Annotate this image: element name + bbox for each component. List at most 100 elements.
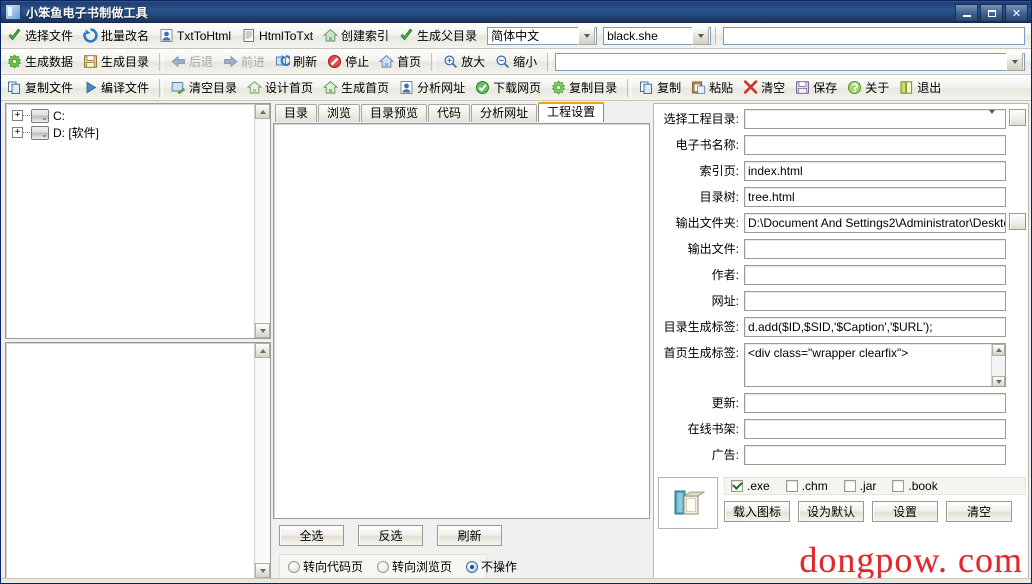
toolbar-copy-files[interactable]: 复制文件	[3, 76, 79, 100]
tab-analyze-url[interactable]: 分析网址	[471, 104, 538, 122]
toolbar-zoom-out[interactable]: 缩小	[491, 50, 543, 74]
toolbar-batch-rename[interactable]: 批量改名	[79, 24, 155, 48]
load-icon-button[interactable]: 载入图标	[724, 501, 790, 522]
toolbar-forward[interactable]: 前进	[219, 50, 271, 74]
radio-no-operation[interactable]: 不操作	[466, 558, 517, 575]
toolbar-analyze-url[interactable]: 分析网址	[395, 76, 471, 100]
tab-browse[interactable]: 浏览	[318, 104, 361, 122]
field-online-shelf-label: 在线书架:	[687, 422, 739, 436]
tab-catalog-preview[interactable]: 目录预览	[361, 104, 428, 122]
minimize-button[interactable]	[955, 4, 978, 22]
refresh-button[interactable]: 刷新	[437, 525, 502, 546]
toolbar-generate-catalog[interactable]: 生成目录	[79, 50, 155, 74]
expand-icon[interactable]: +	[12, 110, 23, 121]
tab-project-settings[interactable]: 工程设置	[538, 102, 605, 122]
toolbar-select-files[interactable]: 选择文件	[3, 24, 79, 48]
tab-catalog[interactable]: 目录	[275, 104, 318, 122]
format-chm-checkbox[interactable]: .chm	[785, 479, 828, 493]
book-name-input[interactable]	[744, 135, 1006, 155]
home-icon	[379, 54, 395, 69]
window-title: 小笨鱼电子书制做工具	[26, 5, 149, 20]
website-input[interactable]	[744, 291, 1006, 311]
file-list-pane[interactable]	[5, 342, 271, 579]
toolbar-clear[interactable]: 清空	[739, 76, 791, 100]
toolbar-create-index[interactable]: 创建索引	[319, 24, 395, 48]
theme-combo[interactable]: black.she	[603, 26, 712, 45]
scroll-up-icon[interactable]	[255, 343, 270, 358]
toolbar-design-homepage[interactable]: 设计首页	[243, 76, 319, 100]
tree-node-d[interactable]: + D: [软件]	[8, 124, 268, 141]
field-homepage-tag: 首页生成标签: <div class="wrapper clearfix">	[658, 343, 1026, 393]
clear-button[interactable]: 清空	[946, 501, 1012, 522]
format-exe-checkbox[interactable]: .exe	[731, 479, 770, 493]
scroll-track[interactable]	[255, 358, 270, 563]
scroll-track[interactable]	[255, 119, 270, 323]
catalog-tag-input[interactable]: d.add($ID,$SID,'$Caption','$URL');	[744, 317, 1006, 337]
toolbar-download-page[interactable]: 下载网页	[471, 76, 547, 100]
output-file-input[interactable]	[744, 239, 1006, 259]
url-combo[interactable]	[555, 52, 1025, 71]
tree-scrollbar[interactable]	[254, 104, 270, 338]
output-folder-browse-button[interactable]	[1009, 213, 1026, 230]
icon-preview-box[interactable]	[658, 477, 718, 529]
toolbar-paste[interactable]: 粘贴	[687, 76, 739, 100]
format-book-checkbox[interactable]: .book	[892, 479, 938, 493]
toolbar-compile-files[interactable]: 编译文件	[79, 76, 155, 100]
chevron-down-icon[interactable]	[1006, 52, 1023, 71]
close-button[interactable]: ✕	[1005, 4, 1028, 22]
output-folder-input[interactable]: D:\Document And Settings2\Administrator\…	[744, 213, 1006, 233]
scroll-up-icon[interactable]	[255, 104, 270, 119]
toolbar-exit[interactable]: 退出	[895, 76, 947, 100]
project-dir-browse-button[interactable]	[1009, 109, 1026, 126]
address-input[interactable]	[723, 26, 1025, 45]
author-input[interactable]	[744, 265, 1006, 285]
toolbar-refresh[interactable]: 刷新	[271, 50, 323, 74]
online-shelf-input[interactable]	[744, 419, 1006, 439]
radio-goto-browse-page[interactable]: 转向浏览页	[377, 558, 452, 575]
tab-code[interactable]: 代码	[428, 104, 471, 122]
scroll-down-icon[interactable]	[255, 323, 270, 338]
scroll-down-icon[interactable]	[992, 376, 1005, 386]
tree-node-c[interactable]: + C:	[8, 107, 268, 124]
toolbar-copy-catalog[interactable]: 复制目录	[547, 76, 623, 100]
file-list-scrollbar[interactable]	[254, 343, 270, 578]
toolbar-generate-parent-dir[interactable]: 生成父目录	[395, 24, 483, 48]
format-jar-checkbox[interactable]: .jar	[843, 479, 876, 493]
chevron-down-icon[interactable]	[989, 110, 1005, 128]
toolbar-refresh-label: 刷新	[293, 55, 318, 69]
toolbar-copy[interactable]: 复制	[635, 76, 687, 100]
toolbar-about[interactable]: 关于	[843, 76, 895, 100]
toolbar-save[interactable]: 保存	[791, 76, 843, 100]
index-page-input[interactable]: index.html	[744, 161, 1006, 181]
update-input[interactable]	[744, 393, 1006, 413]
invert-selection-button[interactable]: 反选	[358, 525, 423, 546]
homepage-tag-scrollbar[interactable]	[991, 344, 1005, 386]
radio-goto-code-page[interactable]: 转向代码页	[288, 558, 363, 575]
toolbar-generate-data[interactable]: 生成数据	[3, 50, 79, 74]
scroll-up-icon[interactable]	[992, 344, 1005, 356]
toolbar-html-to-txt[interactable]: HtmlToTxt	[237, 24, 319, 48]
toolbar-txt-to-html[interactable]: TxtToHtml	[155, 24, 237, 48]
ad-input[interactable]	[744, 445, 1006, 465]
drive-tree[interactable]: + C: + D: [软件]	[5, 103, 271, 339]
toolbar-stop[interactable]: 停止	[323, 50, 375, 74]
select-all-button[interactable]: 全选	[279, 525, 344, 546]
expand-icon[interactable]: +	[12, 127, 23, 138]
project-dir-combo[interactable]	[744, 109, 1006, 129]
toolbar-generate-homepage[interactable]: 生成首页	[319, 76, 395, 100]
toolbar-zoom-in[interactable]: 放大	[439, 50, 491, 74]
toolbar-back[interactable]: 后退	[167, 50, 219, 74]
settings-button[interactable]: 设置	[872, 501, 938, 522]
toolbar-clear-catalog[interactable]: 清空目录	[167, 76, 243, 100]
document-preview-area[interactable]	[273, 123, 650, 519]
set-default-button[interactable]: 设为默认	[798, 501, 864, 522]
scroll-down-icon[interactable]	[255, 563, 270, 578]
maximize-button[interactable]	[980, 4, 1003, 22]
toolbar-home[interactable]: 首页	[375, 50, 427, 74]
radio-indicator	[288, 560, 300, 573]
chevron-down-icon[interactable]	[692, 26, 710, 45]
language-combo[interactable]: 简体中文	[487, 26, 598, 45]
chevron-down-icon[interactable]	[578, 26, 596, 45]
homepage-tag-textarea[interactable]: <div class="wrapper clearfix">	[744, 343, 1006, 387]
tree-page-input[interactable]: tree.html	[744, 187, 1006, 207]
